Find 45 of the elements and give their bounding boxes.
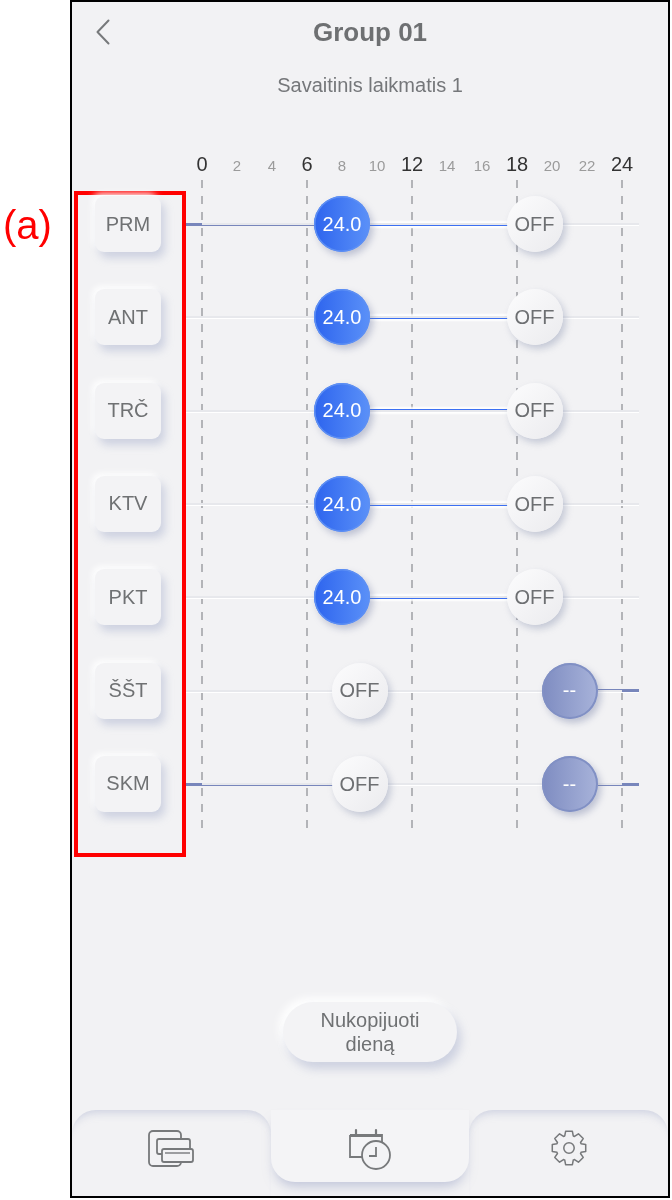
screen-title: Group 01 [312,16,428,48]
day-button[interactable]: PKT [95,569,161,626]
hour-label: 24 [610,152,634,176]
setpoint-handle[interactable]: 24.0 [314,476,370,533]
off-handle[interactable]: OFF [331,756,388,813]
off-handle[interactable]: OFF [506,382,563,439]
hour-label: 22 [578,156,596,176]
hour-label: 16 [473,156,491,176]
hour-label: 2 [232,156,242,176]
setpoint-handle[interactable]: 24.0 [314,569,370,626]
setpoint-handle[interactable]: 24.0 [314,289,370,346]
calendar-clock-icon [348,1128,392,1170]
back-button[interactable] [96,19,110,45]
hour-label: 8 [337,156,347,176]
chevron-left-icon [96,19,110,45]
day-button[interactable]: TRČ [95,382,161,439]
hour-label: 14 [438,156,456,176]
day-button[interactable]: ŠŠT [95,662,161,719]
hour-label: 4 [267,156,277,176]
off-handle[interactable]: OFF [506,476,563,533]
stacked-rectangles-icon [148,1130,195,1168]
off-handle[interactable]: OFF [506,196,563,253]
hour-label: 6 [301,152,313,176]
hour-label: 20 [543,156,561,176]
day-button[interactable]: SKM [95,755,161,812]
settings-icon [550,1130,587,1166]
hour-label: 0 [196,152,208,176]
hour-label: 12 [400,152,424,176]
off-handle[interactable]: OFF [506,569,563,626]
setpoint-handle[interactable]: 24.0 [314,382,370,439]
day-button[interactable]: KTV [95,476,161,532]
off-handle[interactable]: OFF [331,662,388,719]
timeline-track[interactable]: OFF -- [202,756,622,813]
hour-label: 18 [505,152,529,176]
unset-handle[interactable]: -- [541,756,598,813]
setpoint-handle[interactable]: 24.0 [314,196,370,253]
day-button[interactable]: ANT [95,289,161,346]
day-button[interactable]: PRM [95,196,161,252]
off-handle[interactable]: OFF [506,289,563,346]
nav-tab[interactable] [270,1110,470,1182]
screen-subtitle: Savaitinis laikmatis 1 [276,73,464,98]
copy-day-button[interactable]: Nukopijuoti dieną [283,1002,457,1062]
figure-label: (a) [2,202,53,249]
hour-label: 10 [368,156,386,176]
unset-handle[interactable]: -- [541,662,598,719]
